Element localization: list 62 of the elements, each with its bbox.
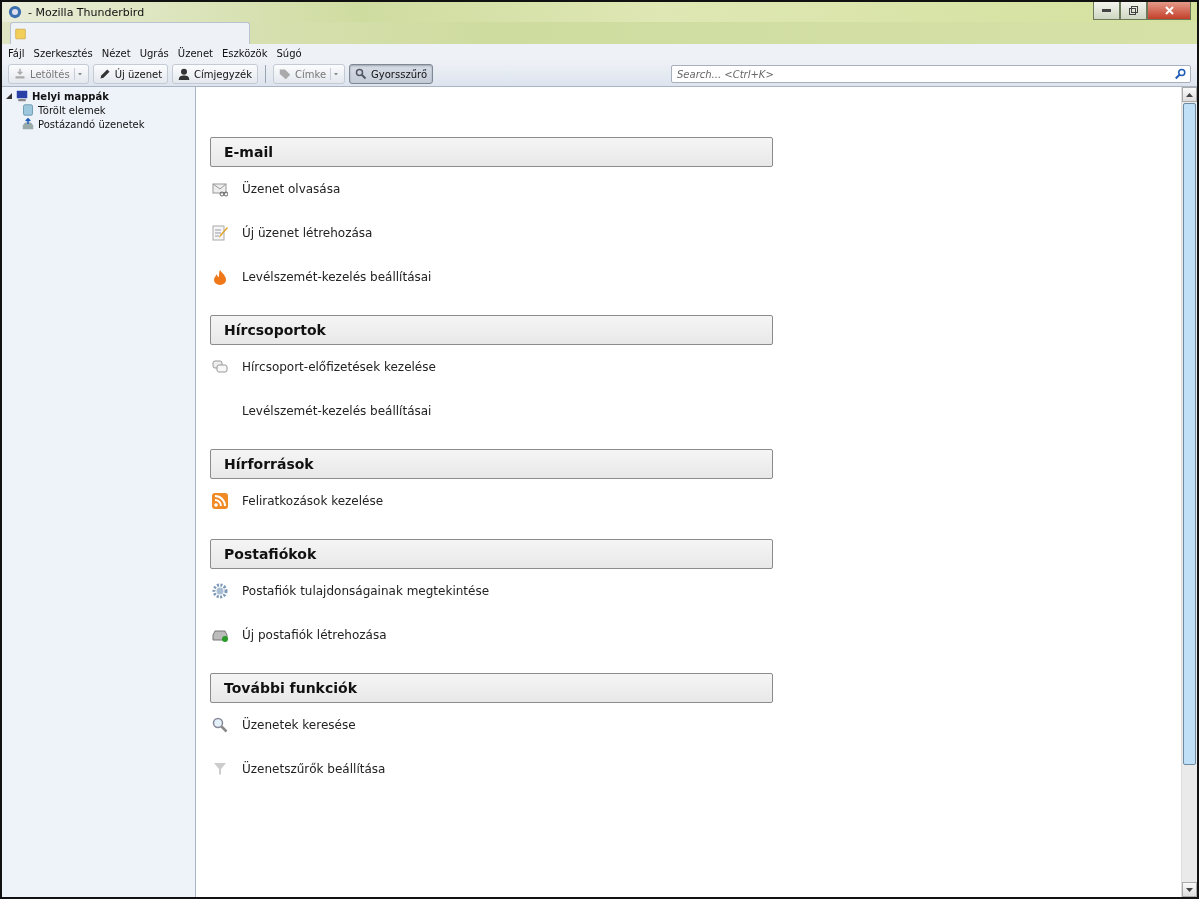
action-link[interactable]: Új postafiók létrehozása [242, 628, 387, 642]
pencil-icon [98, 68, 111, 80]
scroll-down-button[interactable] [1182, 882, 1197, 897]
up-arrow-icon [1186, 92, 1193, 97]
computer-icon [16, 90, 28, 102]
flame-icon [212, 269, 228, 285]
search-icon [1175, 68, 1187, 80]
close-button[interactable] [1147, 2, 1191, 20]
tag-icon [279, 68, 291, 80]
down-arrow-icon [1186, 887, 1193, 892]
folder-icon [15, 26, 26, 41]
scroll-up-button[interactable] [1182, 87, 1197, 102]
menu-item[interactable]: Eszközök [221, 47, 268, 59]
menu-item[interactable]: Súgó [276, 47, 302, 59]
drive-plus-icon [212, 627, 228, 643]
section-header: E-mail [210, 137, 773, 167]
menu-item[interactable]: Üzenet [177, 47, 213, 59]
search-icon [212, 717, 228, 733]
minimize-button[interactable] [1093, 2, 1120, 20]
minimize-icon [1102, 9, 1111, 12]
menu-item[interactable]: Ugrás [139, 47, 169, 59]
menu-item[interactable]: Fájl [8, 47, 25, 59]
rss-icon [212, 493, 228, 509]
chat-bubbles-icon [212, 359, 228, 375]
toolbar-button[interactable]: Címjegyzék [172, 64, 258, 84]
section-header: Hírcsoportok [210, 315, 773, 345]
restore-icon [1129, 6, 1138, 15]
action-link[interactable]: Feliratkozások kezelése [242, 494, 384, 508]
expander-icon[interactable] [6, 93, 12, 99]
section-header: További funkciók [210, 673, 773, 703]
close-icon [1164, 6, 1174, 15]
filter-icon [212, 761, 228, 777]
window-title: - Mozilla Thunderbird [28, 5, 145, 19]
scrollbar-thumb[interactable] [1183, 103, 1196, 765]
action-link[interactable]: Levélszemét-kezelés beállításai [242, 404, 432, 418]
menu-item[interactable]: Szerkesztés [33, 47, 93, 59]
action-link[interactable]: Postafiók tulajdonságainak megtekintése [242, 584, 490, 598]
gear-icon [212, 583, 228, 599]
menu-item[interactable]: Nézet [101, 47, 131, 59]
person-icon [178, 68, 191, 80]
action-link[interactable]: Új üzenet létrehozása [242, 226, 373, 240]
app-logo-icon [8, 5, 22, 19]
maximize-button[interactable] [1120, 2, 1147, 20]
section-header: Postafiókok [210, 539, 773, 569]
action-link[interactable]: Hírcsoport-előfizetések kezelése [242, 360, 436, 374]
envelope-icon [212, 181, 228, 197]
folder-item[interactable]: Postázandó üzenetek [38, 118, 145, 130]
folder-item[interactable]: Törölt elemek [38, 104, 106, 116]
outbox-icon [22, 118, 34, 130]
action-link[interactable]: Levélszemét-kezelés beállításai [242, 270, 432, 284]
folder-item[interactable]: Helyi mappák [32, 90, 109, 102]
toolbar-button[interactable]: Gyorsszűrő [349, 64, 434, 84]
trash-icon [22, 104, 34, 116]
action-link[interactable]: Üzenet olvasása [242, 182, 341, 196]
download-icon [14, 68, 26, 80]
search-icon [355, 68, 368, 80]
action-link[interactable]: Üzenetek keresése [242, 718, 356, 732]
section-header: Hírforrások [210, 449, 773, 479]
search-field[interactable]: Search... <Ctrl+K> [671, 65, 1191, 83]
action-link[interactable]: Üzenetszűrők beállítása [242, 762, 386, 776]
notepad-icon [212, 225, 228, 241]
toolbar-button[interactable]: Új üzenet [92, 64, 169, 84]
